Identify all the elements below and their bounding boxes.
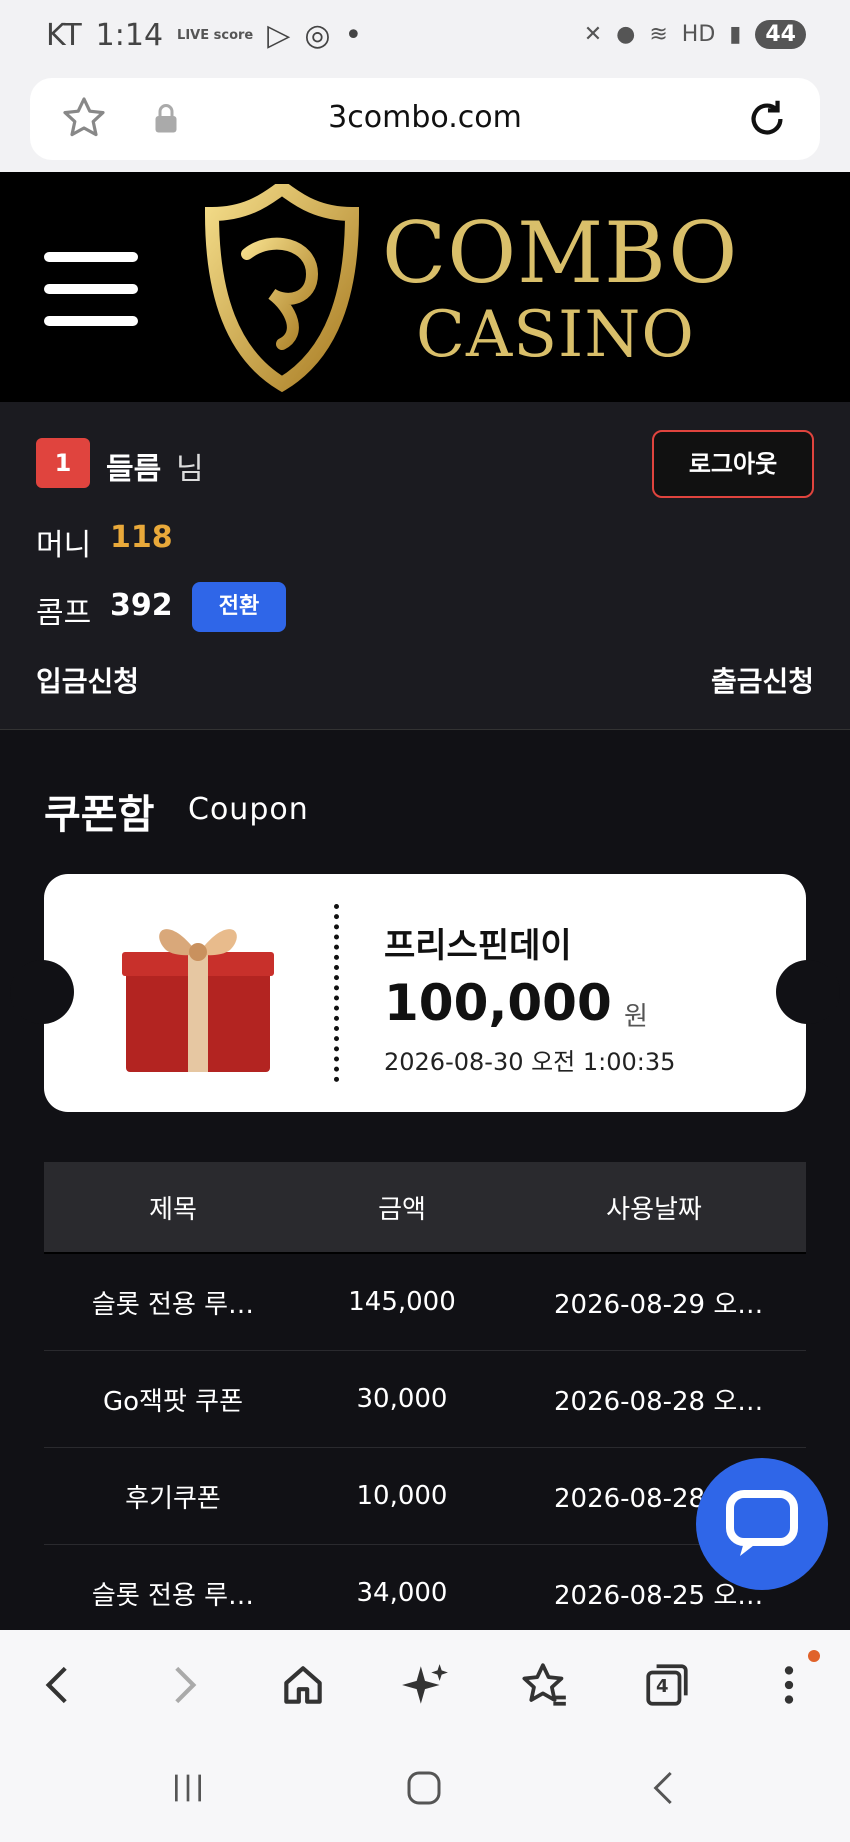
table-row[interactable]: Go잭팟 쿠폰 30,000 2026-08-28 오… (44, 1351, 806, 1448)
cell-amount: 10,000 (356, 1481, 448, 1511)
table-header: 제목 금액 사용날짜 (44, 1162, 806, 1254)
forward-icon[interactable] (158, 1660, 208, 1710)
logo-text-casino: CASINO (416, 298, 695, 372)
level-badge: 1 (36, 438, 90, 488)
hd-icon: HD (681, 22, 716, 47)
hamburger-icon[interactable] (44, 252, 138, 326)
reload-icon[interactable] (744, 96, 790, 142)
cell-date: 2026-08-28 오… (554, 1386, 764, 1417)
chat-icon (726, 1490, 798, 1556)
money-value: 118 (110, 520, 173, 555)
sparkle-icon[interactable] (400, 1660, 450, 1710)
user-panel: 1 들름 님 로그아웃 머니 118 콤프 392 전환 입금신청 출금신청 (0, 402, 850, 730)
cell-amount: 34,000 (356, 1578, 448, 1608)
username: 들름 (106, 452, 162, 487)
wifi-icon: ≋ (649, 22, 668, 47)
cell-title: 슬롯 전용 루… (91, 1580, 255, 1611)
coupon-divider (334, 904, 339, 1082)
back-icon[interactable] (34, 1660, 84, 1710)
username-suffix: 님 (176, 452, 204, 487)
browser-bottom-nav: 4 (0, 1630, 850, 1740)
deposit-link[interactable]: 입금신청 (36, 660, 139, 700)
home-icon[interactable] (278, 1660, 328, 1710)
withdraw-link[interactable]: 출금신청 (711, 660, 814, 700)
comp-value: 392 (110, 588, 173, 623)
money-label: 머니 (36, 528, 92, 563)
column-header-title: 제목 (149, 1194, 197, 1225)
status-bar: KT 1:14 LIVE score ▷ ◎ • ✕ ● ≋ HD ▮ 44 (0, 0, 850, 78)
tabs-count: 4 (656, 1676, 669, 1697)
site-logo[interactable]: COMBO CASINO (192, 178, 737, 398)
url-text[interactable]: 3combo.com (30, 100, 820, 135)
back-nav-icon[interactable] (644, 1768, 684, 1808)
play-icon: ▷ (267, 18, 291, 53)
coupon-notch-right (776, 960, 840, 1024)
live-score-icon: LIVE score (177, 27, 254, 43)
coupon-name: 프리스핀데이 (384, 926, 572, 966)
coupon-history-table: 제목 금액 사용날짜 슬롯 전용 루… 145,000 2026-08-29 오… (44, 1162, 806, 1642)
bookmarks-icon[interactable] (520, 1660, 570, 1710)
site-header: COMBO CASINO (0, 172, 850, 402)
cell-amount: 145,000 (348, 1287, 456, 1317)
comp-label: 콤프 (36, 596, 92, 631)
coupon-amount: 100,000 (384, 974, 612, 1032)
battery-icon: 44 (755, 20, 806, 49)
mute-icon: ✕ (583, 22, 603, 47)
location-icon: ● (616, 22, 636, 47)
system-nav-bar (0, 1740, 850, 1842)
table-row[interactable]: 슬롯 전용 루… 34,000 2026-08-25 오… (44, 1545, 806, 1642)
section-title: 쿠폰함 (44, 792, 155, 838)
table-row[interactable]: 후기쿠폰 10,000 2026-08-28 오… (44, 1448, 806, 1545)
coupon-notch-left (10, 960, 74, 1024)
cell-title: Go잭팟 쿠폰 (103, 1386, 243, 1417)
cell-amount: 30,000 (356, 1384, 448, 1414)
table-row[interactable]: 슬롯 전용 루… 145,000 2026-08-29 오… (44, 1254, 806, 1351)
signal-icon: ▮ (729, 22, 742, 47)
logout-button[interactable]: 로그아웃 (652, 430, 814, 498)
column-header-date: 사용날짜 (606, 1194, 702, 1225)
carrier: KT (46, 18, 82, 53)
cell-date: 2026-08-29 오… (554, 1289, 764, 1320)
recents-icon[interactable] (168, 1768, 208, 1808)
address-bar[interactable]: 3combo.com (30, 78, 820, 160)
chat-button[interactable] (696, 1458, 828, 1590)
coupon-date: 2026-08-30 오전 1:00:35 (384, 1048, 676, 1076)
coupon-unit: 원 (624, 1002, 648, 1032)
cell-title: 슬롯 전용 루… (91, 1289, 255, 1320)
coupon-card[interactable]: 프리스핀데이 100,000 원 2026-08-30 오전 1:00:35 (10, 874, 840, 1112)
dot-icon: • (344, 18, 363, 53)
app-icon: ◎ (304, 18, 331, 53)
convert-button[interactable]: 전환 (192, 582, 286, 632)
notification-dot (808, 1650, 820, 1662)
more-icon[interactable] (764, 1660, 814, 1710)
logo-text-combo: COMBO (382, 204, 739, 302)
home-nav-icon[interactable] (404, 1768, 444, 1808)
column-header-amount: 금액 (378, 1194, 426, 1225)
cell-title: 후기쿠폰 (125, 1483, 221, 1514)
section-subtitle: Coupon (188, 792, 309, 827)
tabs-icon[interactable]: 4 (642, 1660, 692, 1710)
gift-box-icon (122, 929, 274, 1072)
browser-toolbar: 3combo.com (0, 78, 850, 172)
clock: 1:14 (95, 18, 164, 53)
shield-logo-icon (204, 184, 360, 393)
